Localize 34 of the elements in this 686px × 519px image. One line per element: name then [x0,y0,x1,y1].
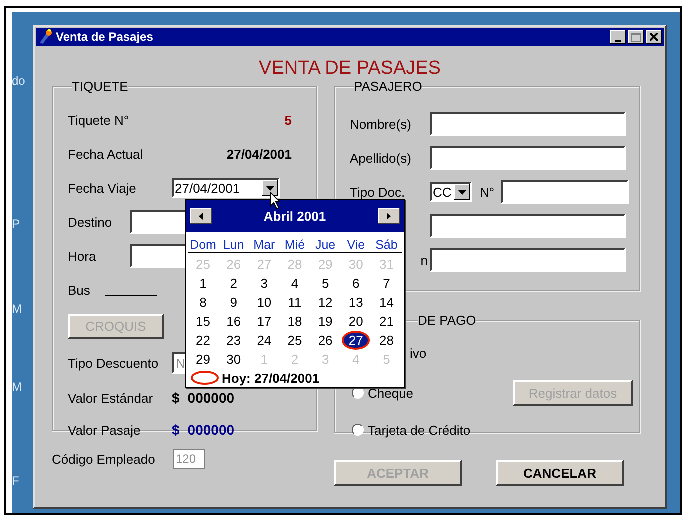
value-text: 5 [284,112,292,128]
field-label: N° [480,184,495,200]
field-label: Hora [68,248,98,264]
field-label: Valor Estándar [68,390,154,406]
group-title: PASAJERO [354,80,422,93]
group-title: DE PAGO [418,314,476,327]
weekday-label: Mié [284,238,306,252]
field-label: Nombre(s) [350,116,412,132]
field-label: Tipo Doc. [350,184,406,200]
weekday-label: Mar [252,238,276,252]
field-label: Fecha Viaje [68,180,138,196]
window-title: Venta de Pasajes [56,30,154,44]
weekday-label: Dom [189,238,218,252]
field-label: Fecha Actual [68,146,144,162]
group-title: TIQUETE [72,80,128,93]
field-label: n [420,252,428,268]
field-label: Tipo Descuento [68,356,160,370]
weekday-label: Jue [314,238,337,252]
field-label: Destino [68,214,114,230]
amount-text: 000000 [188,422,235,438]
month-title: Abril 2001 [264,208,326,224]
field-label: Código Empleado [52,452,156,466]
weekday-label: Vie [346,238,366,252]
weekday-label: Lun [222,238,246,252]
amount-text: 000000 [188,390,235,406]
field-label: Tiquete N° [68,112,130,128]
value-text: 27/04/2001 [226,146,292,162]
form-heading: VENTA DE PASAJES [258,58,442,80]
weekday-label: Sáb [374,238,399,252]
field-label: Apellido(s) [350,150,412,166]
currency-sign: $ [172,390,180,406]
field-label: Valor Pasaje [68,422,142,438]
currency-sign: $ [172,422,180,438]
field-label: Bus [68,282,92,298]
